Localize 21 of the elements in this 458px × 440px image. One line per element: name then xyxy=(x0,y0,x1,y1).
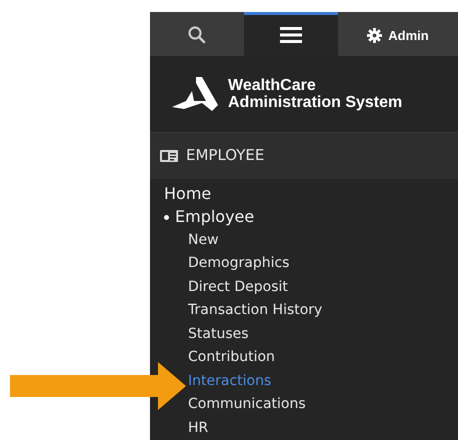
nav-sublink[interactable]: HR xyxy=(188,418,208,439)
nav-sublink[interactable]: Direct Deposit xyxy=(188,276,288,298)
settings-icon xyxy=(367,28,382,43)
nav-sublink[interactable]: Contribution xyxy=(188,347,275,368)
search-icon xyxy=(187,25,207,46)
menu-icon xyxy=(280,27,302,44)
nav-link[interactable]: Home xyxy=(164,182,212,206)
nav-link[interactable]: Employee xyxy=(175,205,254,229)
nav-sublink[interactable]: Demographics xyxy=(188,253,290,274)
id-card-icon xyxy=(160,150,178,162)
logo-icon xyxy=(172,76,220,111)
nav-sublink[interactable]: Statuses xyxy=(188,324,249,345)
nav-sublink[interactable]: Interactions xyxy=(188,370,272,392)
nav-sublink[interactable]: Transaction History xyxy=(188,300,322,322)
logo-title: WealthCare xyxy=(228,76,317,94)
section-title: EMPLOYEE xyxy=(186,145,264,166)
nav-sublink[interactable]: Communications xyxy=(188,394,306,416)
bullet-icon xyxy=(164,214,169,220)
nav-sublink[interactable]: New xyxy=(188,230,219,251)
menu-tab[interactable] xyxy=(244,12,338,56)
logo-subtitle: Administration System xyxy=(228,94,402,111)
